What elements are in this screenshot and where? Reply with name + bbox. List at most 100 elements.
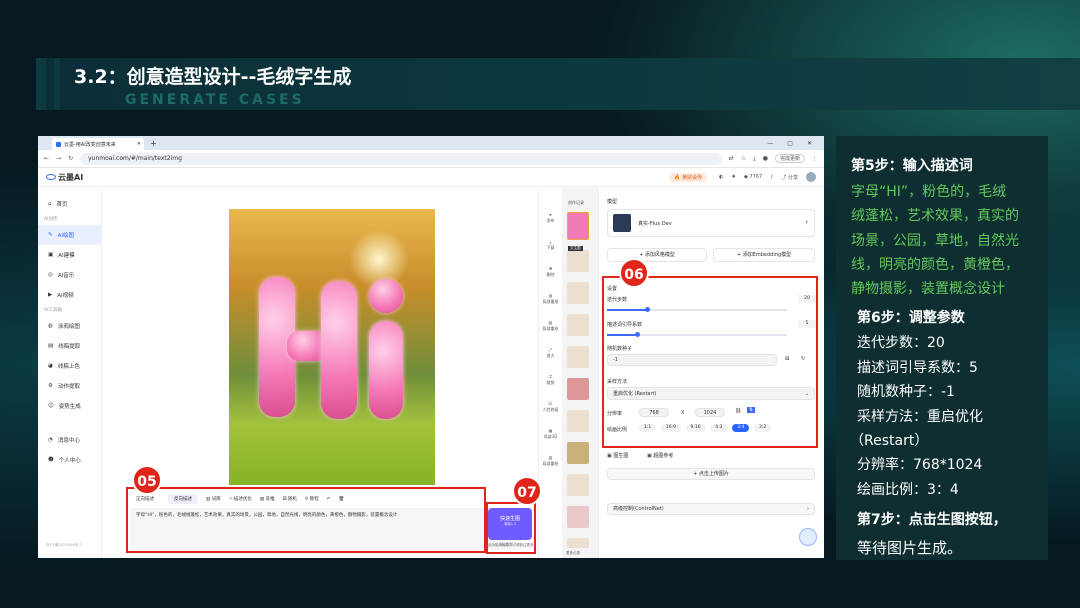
model-selector[interactable]: 真实-Flux Dev › — [607, 209, 815, 237]
back-icon[interactable]: ← — [44, 155, 49, 162]
sidebar-item-ai-music[interactable]: ◎ AI音乐 — [38, 265, 101, 285]
address-bar-row: ← → ↻ yunmoai.com/#/main/text2img ⇄ ☆ ⤓ ● 完成更… — [38, 150, 824, 168]
tool-inpaint-2[interactable]: ▨ 局部重绘 — [539, 312, 562, 339]
gift-icon[interactable]: ♦ — [732, 174, 736, 180]
tool-download[interactable]: ⤓ 下载 — [539, 231, 562, 258]
menu-icon[interactable]: ⋮ — [812, 155, 818, 162]
annotation-box-settings — [602, 276, 818, 448]
history-thumb[interactable] — [567, 346, 589, 368]
sidebar-item-colorize[interactable]: ◕ 线稿上色 — [38, 356, 101, 376]
model-label: 模型 — [607, 199, 618, 205]
sidebar-item-profile[interactable]: ☻ 个人中心 — [38, 450, 101, 470]
app-header: 云墨AI 🔥 黄财会传 ◐ ♦ ◆ 7767 ♪ ⤴ 分享 — [38, 168, 824, 187]
download-icon[interactable]: ⤓ — [753, 155, 756, 163]
tool-face-fix[interactable]: ☺ 人脸修复 — [539, 393, 562, 420]
share-button[interactable]: ⤴ 分享 — [781, 174, 798, 181]
add-style-button[interactable]: + 添加风格模型 — [607, 248, 707, 262]
user-icon: ☻ — [48, 457, 54, 463]
translate-icon[interactable]: ⇄ — [729, 155, 734, 162]
tool-upscale[interactable]: ⤢ 放大 — [539, 339, 562, 366]
update-button[interactable]: 完成更新 — [774, 154, 805, 163]
upload-button[interactable]: + 点击上传图片 — [607, 468, 815, 480]
sidebar-item-doodle[interactable]: ◍ 涂鸦绘图 — [38, 316, 101, 336]
tool-crop[interactable]: ⌗ 裁剪 — [539, 366, 562, 393]
browser-tab[interactable]: 云墨-用AI改变创意未来 ✕ — [52, 138, 144, 150]
title-bar-decoration — [36, 58, 46, 110]
history-thumb[interactable] — [567, 538, 589, 548]
add-embedding-button[interactable]: + 添加Embedding模型 — [713, 248, 815, 262]
sidebar-item-messages[interactable]: ◔ 消息中心 — [38, 430, 101, 450]
image-icon: ▨ — [548, 319, 553, 325]
sidebar: ⌂ 首页 AI创作 ✎ AI绘图 ▣ AI建模 ◎ AI音乐 ▶ AI视频 AI工具箱 ◍… — [38, 188, 102, 558]
theme-icon[interactable]: ◐ — [719, 174, 723, 180]
tool-3d[interactable]: ▦ 局部3D — [539, 420, 562, 447]
history-thumb[interactable] — [567, 378, 589, 400]
step5-line: 字母“HI”，粉色的，毛绒 — [851, 184, 1007, 200]
step7-line: 等待图片生成。 — [857, 539, 963, 557]
sidebar-item-lineart[interactable]: ▤ 线稿提取 — [38, 336, 101, 356]
minimize-icon[interactable]: — — [767, 140, 773, 147]
history-thumb-selected[interactable] — [567, 212, 589, 240]
step6-line: （Restart） — [850, 433, 929, 449]
send-icon: ➤ — [548, 211, 553, 217]
controlnet-row[interactable]: 高级控制(ControlNet) › — [607, 503, 815, 515]
tool-publish[interactable]: ➤ 发布 — [539, 204, 562, 231]
step6-heading: 第6步：调整参数 — [857, 310, 965, 326]
close-icon[interactable]: ✕ — [137, 141, 144, 147]
assistant-robot-icon[interactable] — [799, 528, 817, 546]
avatar[interactable] — [806, 172, 816, 182]
doodle-icon: ◍ — [48, 323, 53, 329]
generated-image[interactable] — [229, 209, 435, 485]
sidebar-item-home[interactable]: ⌂ 首页 — [38, 194, 101, 214]
tool-inpaint[interactable]: ▨ 局部重绘 — [539, 285, 562, 312]
sidebar-item-ai-video[interactable]: ▶ AI视频 — [38, 285, 101, 305]
sidebar-item-ai-model[interactable]: ▣ AI建模 — [38, 245, 101, 265]
browser-tab-bar: 云墨-用AI改变创意未来 ✕ + — ▢ ✕ — [38, 136, 824, 150]
slide-title: 3.2：创意造型设计--毛绒字生成 — [74, 66, 352, 88]
history-thumb[interactable] — [567, 442, 589, 464]
lineart-icon: ▤ — [48, 343, 54, 349]
img-reference-label[interactable]: ▣ 超图参考 — [647, 452, 673, 459]
annotation-marker-07: 07 — [512, 476, 542, 506]
star-icon[interactable]: ☆ — [741, 155, 746, 162]
download-icon: ⤓ — [549, 238, 552, 244]
maximize-icon[interactable]: ▢ — [787, 140, 793, 147]
home-icon: ⌂ — [48, 201, 52, 207]
letter-i-dot — [369, 279, 403, 313]
close-window-icon[interactable]: ✕ — [807, 140, 812, 147]
url-input[interactable]: yunmoai.com/#/main/text2img — [80, 152, 722, 165]
vip-badge[interactable]: 🔥 黄财会传 — [669, 172, 708, 182]
explanation-panel: 第5步：输入描述词 字母“HI”，粉色的，毛绒 绒蓬松，艺术效果，真实的 场景，… — [836, 136, 1048, 560]
history-thumb[interactable] — [567, 282, 589, 304]
annotation-box-generate — [486, 502, 536, 554]
history-badge: 文生图 — [568, 246, 583, 251]
music-icon: ◎ — [48, 272, 53, 278]
step6-line: 采样方法：重启优化 — [857, 409, 983, 425]
sidebar-item-ai-draw[interactable]: ✎ AI绘图 — [38, 225, 101, 245]
letter-i-stem — [369, 321, 403, 419]
tool-delete[interactable]: ✖ 删除 — [539, 258, 562, 285]
img2img-label[interactable]: ▣ 图生图 — [607, 452, 628, 459]
slide-subtitle: GENERATE CASES — [125, 92, 305, 108]
step5-line: 静物摄影，装置概念设计 — [851, 281, 1005, 297]
sidebar-item-motion[interactable]: ⚙ 动作提取 — [38, 376, 101, 396]
bell-icon: ◔ — [48, 437, 53, 443]
history-thumb[interactable] — [567, 250, 589, 272]
new-tab-icon[interactable]: + — [150, 139, 157, 148]
history-thumb[interactable] — [567, 506, 589, 528]
history-thumb[interactable] — [567, 314, 589, 336]
app-logo[interactable]: 云墨AI — [46, 172, 83, 183]
profile-icon[interactable]: ● — [763, 155, 768, 162]
tool-inpaint-3[interactable]: ▨ 局部重绘 — [539, 447, 562, 474]
bell-icon[interactable]: ♪ — [770, 174, 773, 180]
reload-icon[interactable]: ↻ — [68, 155, 73, 162]
step6-line: 迭代步数：20 — [857, 335, 945, 351]
history-thumb[interactable] — [567, 474, 589, 496]
pose-icon: ☺ — [48, 403, 54, 409]
history-title: 创作记录 — [568, 200, 584, 205]
chevron-right-icon: › — [805, 218, 808, 226]
forward-icon[interactable]: → — [56, 155, 61, 162]
history-more[interactable]: 更多记录 — [566, 551, 580, 556]
sidebar-item-pose[interactable]: ☺ 姿势生成 — [38, 396, 101, 416]
history-thumb[interactable] — [567, 410, 589, 432]
